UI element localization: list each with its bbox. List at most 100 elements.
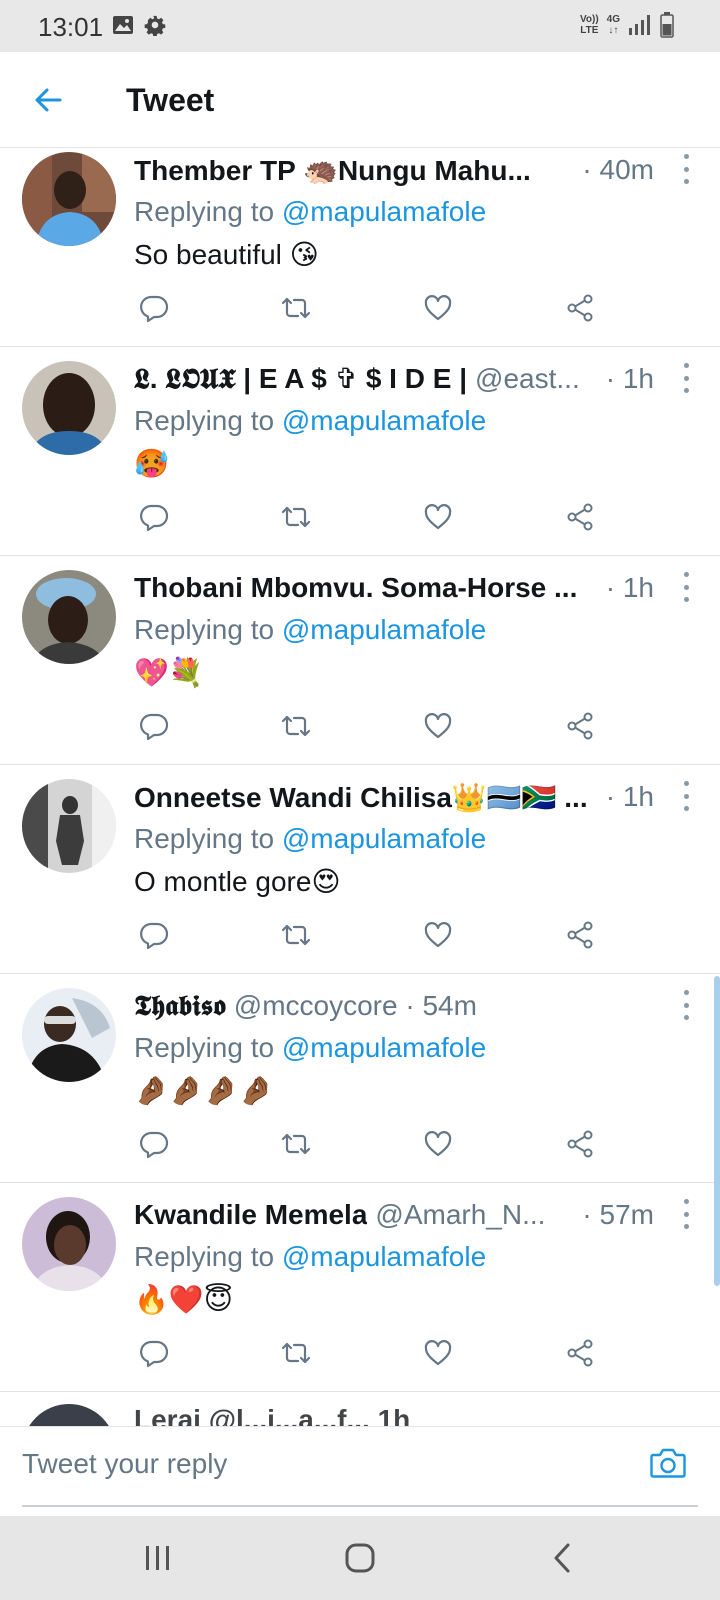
retweet-button[interactable] [276, 288, 316, 328]
avatar[interactable] [22, 570, 116, 664]
share-icon [567, 503, 593, 531]
author-name[interactable]: 𝕿𝖍𝖆𝖇𝖎𝖘𝖔 [134, 990, 226, 1023]
recents-button[interactable] [128, 1534, 188, 1582]
like-button[interactable] [418, 706, 458, 746]
share-button[interactable] [560, 1124, 600, 1164]
replying-to-handle[interactable]: @mapulamafole [282, 1241, 486, 1272]
home-button[interactable] [330, 1534, 390, 1582]
retweet-icon [281, 506, 311, 528]
author-name[interactable]: Thobani Mbomvu. Soma-Horse ... [134, 572, 577, 604]
retweet-button[interactable] [276, 497, 316, 537]
camera-button[interactable] [646, 1441, 690, 1485]
share-button[interactable] [560, 915, 600, 955]
avatar[interactable] [22, 361, 116, 455]
tweet-time: · 57m [582, 1199, 654, 1230]
share-icon [567, 294, 593, 322]
tweet-actions [134, 706, 614, 746]
tweet[interactable]: Thobani Mbomvu. Soma-Horse ... · 1h Repl… [0, 556, 720, 765]
avatar[interactable] [22, 152, 116, 246]
author-name[interactable]: Kwandile Memela [134, 1199, 367, 1231]
tweet-actions [134, 497, 614, 537]
reply-button[interactable] [134, 497, 174, 537]
tweet-text: O montle gore😍 [134, 866, 341, 897]
scrollbar[interactable] [714, 976, 720, 1286]
share-button[interactable] [560, 1333, 600, 1373]
author-name[interactable]: Onneetse Wandi Chilisa👑🇧🇼🇿🇦 ... [134, 781, 588, 814]
share-icon [567, 921, 593, 949]
home-icon [345, 1543, 375, 1573]
tweet-time: · 1h [605, 572, 654, 603]
avatar[interactable] [22, 988, 116, 1082]
replying-to: Replying to @mapulamafole [134, 196, 487, 227]
tweet[interactable]: Thember TP 🦔Nungu Mahu... · 40m Replying… [0, 150, 720, 347]
camera-icon [650, 1448, 686, 1478]
replying-to-handle[interactable]: @mapulamafole [282, 1032, 486, 1063]
like-button[interactable] [418, 1124, 458, 1164]
avatar[interactable] [22, 1404, 116, 1426]
more-options-icon[interactable] [680, 572, 692, 602]
reply-input[interactable] [22, 1439, 502, 1489]
reply-button[interactable] [134, 1333, 174, 1373]
tweet-actions [134, 1333, 614, 1373]
replying-to-handle[interactable]: @mapulamafole [282, 614, 486, 645]
avatar[interactable] [22, 1197, 116, 1291]
replying-to-handle[interactable]: @mapulamafole [282, 823, 486, 854]
heart-icon [424, 504, 452, 530]
status-bar: 13:01 Vo)) LTE 4G ↓↑ [0, 0, 720, 52]
heart-icon [424, 713, 452, 739]
tweet-partial[interactable]: Lerai @l...i...a...f... 1h [0, 1392, 720, 1426]
tweet[interactable]: 𝕷. 𝕷𝕺𝖀𝖃 | E A $ ✞ $ I D E | @east... · 1… [0, 347, 720, 556]
more-options-icon[interactable] [680, 363, 692, 393]
reply-icon [140, 713, 169, 741]
reply-button[interactable] [134, 288, 174, 328]
system-nav-bar [0, 1516, 720, 1600]
replying-to-handle[interactable]: @mapulamafole [282, 405, 486, 436]
share-icon [567, 712, 593, 740]
author-handle[interactable]: @Amarh_N... [375, 1199, 545, 1231]
back-nav-button[interactable] [532, 1534, 592, 1582]
like-button[interactable] [418, 1333, 458, 1373]
like-button[interactable] [418, 497, 458, 537]
replying-to: Replying to @mapulamafole [134, 1032, 487, 1063]
more-options-icon[interactable] [680, 1199, 692, 1229]
author-handle[interactable]: @mccoycore · 54m [234, 990, 477, 1022]
heart-icon [424, 1340, 452, 1366]
network-type-indicator: 4G ↓↑ [606, 14, 620, 36]
retweet-button[interactable] [276, 1124, 316, 1164]
tweet[interactable]: Onneetse Wandi Chilisa👑🇧🇼🇿🇦 ... · 1h Rep… [0, 765, 720, 974]
tweet-text: 🥵 [134, 448, 169, 479]
retweet-button[interactable] [276, 706, 316, 746]
retweet-icon [281, 1133, 311, 1155]
replying-to: Replying to @mapulamafole [134, 1241, 487, 1272]
author-name[interactable]: Thember TP 🦔Nungu Mahu... [134, 154, 531, 187]
reply-button[interactable] [134, 915, 174, 955]
reply-icon [140, 295, 169, 323]
share-button[interactable] [560, 288, 600, 328]
retweet-button[interactable] [276, 1333, 316, 1373]
back-button[interactable] [28, 80, 68, 120]
tweet[interactable]: Kwandile Memela @Amarh_N... · 57m Replyi… [0, 1183, 720, 1392]
tweet-text: So beautiful 😘 [134, 239, 319, 270]
partial-tweet-header: Lerai @l...i...a...f... 1h [134, 1404, 411, 1426]
author-name[interactable]: 𝕷. 𝕷𝕺𝖀𝖃 | E A $ ✞ $ I D E | [134, 362, 467, 396]
more-options-icon[interactable] [680, 990, 692, 1020]
tweet[interactable]: 𝕿𝖍𝖆𝖇𝖎𝖘𝖔 @mccoycore · 54m Replying to @ma… [0, 974, 720, 1183]
signal-icon [629, 15, 650, 35]
like-button[interactable] [418, 288, 458, 328]
more-options-icon[interactable] [680, 781, 692, 811]
reply-button[interactable] [134, 706, 174, 746]
reply-feed[interactable]: Thember TP 🦔Nungu Mahu... · 40m Replying… [0, 150, 720, 1426]
more-options-icon[interactable] [680, 154, 692, 184]
retweet-button[interactable] [276, 915, 316, 955]
replying-to-handle[interactable]: @mapulamafole [282, 196, 486, 227]
reply-button[interactable] [134, 1124, 174, 1164]
like-button[interactable] [418, 915, 458, 955]
author-handle[interactable]: @east... [475, 363, 580, 395]
avatar[interactable] [22, 779, 116, 873]
replying-to: Replying to @mapulamafole [134, 614, 487, 645]
share-icon [567, 1130, 593, 1158]
heart-icon [424, 295, 452, 321]
share-button[interactable] [560, 497, 600, 537]
retweet-icon [281, 297, 311, 319]
share-button[interactable] [560, 706, 600, 746]
